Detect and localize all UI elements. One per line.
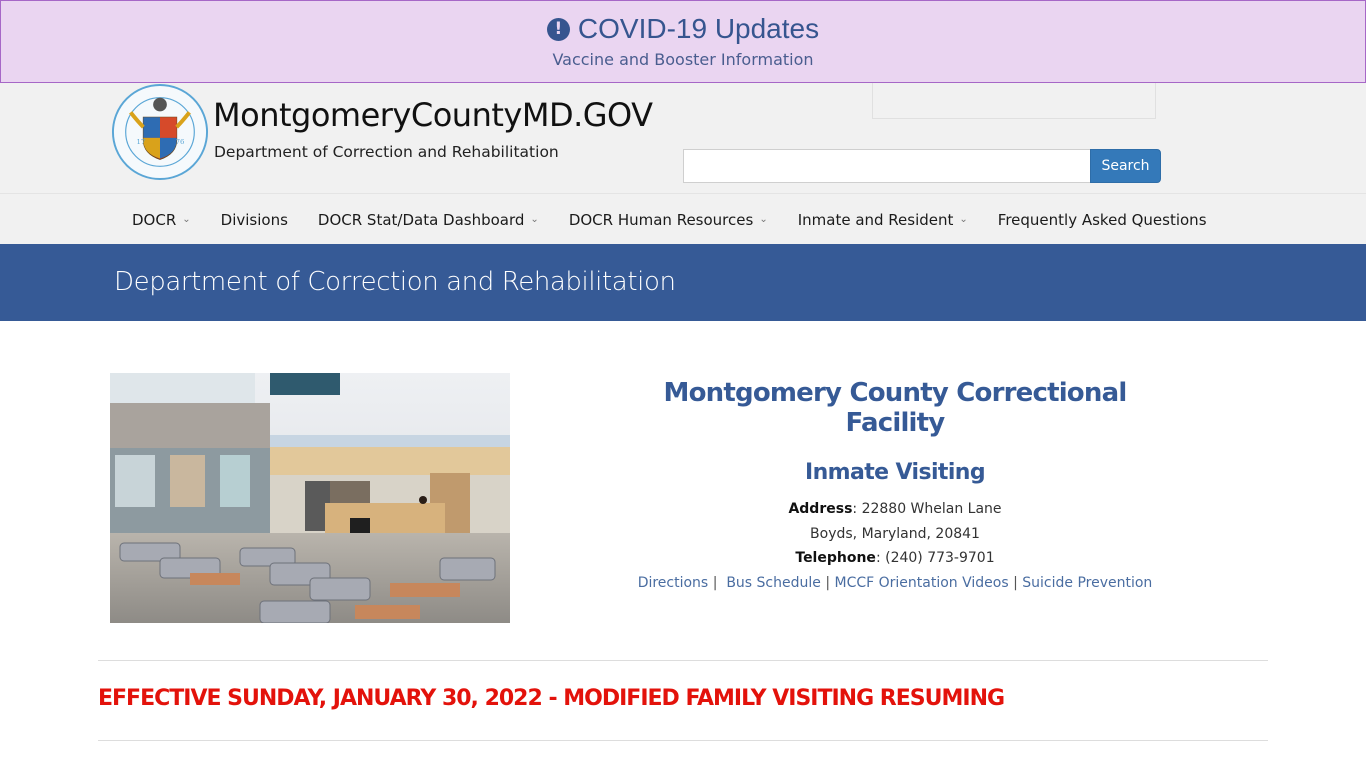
facility-title: Montgomery County Correctional Facility (663, 378, 1128, 438)
svg-text:17: 17 (136, 138, 145, 146)
link-separator: | (1013, 574, 1018, 591)
facility-links: Directions | Bus Schedule | MCCF Orienta… (620, 571, 1170, 596)
nav-item-label: Frequently Asked Questions (997, 210, 1207, 229)
nav-item-label: Divisions (220, 210, 288, 229)
search-input[interactable] (683, 149, 1091, 183)
nav-item-label: DOCR Human Resources (568, 210, 754, 229)
county-seal-logo[interactable]: 17 76 (111, 83, 209, 181)
link-separator: | (712, 574, 718, 591)
header-widget-box (872, 83, 1156, 119)
exclamation-circle-icon: ! (546, 17, 570, 41)
site-header: 17 76 MontgomeryCountyMD.GOV Department … (0, 83, 1366, 193)
nav-item-docr[interactable]: DOCR ⌄ (117, 211, 206, 229)
svg-text:76: 76 (176, 138, 185, 146)
telephone-line: Telephone: (240) 773-9701 (620, 546, 1170, 571)
chevron-down-icon: ⌄ (759, 214, 768, 225)
telephone-label: Telephone (795, 550, 876, 566)
facility-photo-image (110, 373, 510, 623)
covid-title[interactable]: COVID-19 Updates (578, 13, 819, 45)
orientation-videos-link[interactable]: MCCF Orientation Videos (835, 575, 1009, 591)
covid-title-link[interactable]: ! COVID-19 Updates (1, 13, 1365, 45)
address-value: : 22880 Whelan Lane (852, 501, 1002, 517)
divider (98, 660, 1268, 661)
main-nav: DOCR ⌄ Divisions DOCR Stat/Data Dashboar… (0, 193, 1366, 244)
section-title: Inmate Visiting (805, 460, 986, 485)
nav-item-label: Inmate and Resident (797, 210, 954, 229)
address-line-2: Boyds, Maryland, 20841 (810, 525, 980, 542)
nav-item-stat-dashboard[interactable]: DOCR Stat/Data Dashboard ⌄ (303, 211, 554, 229)
facility-info: Montgomery County Correctional Facility … (620, 378, 1170, 595)
facility-lobby-photo (110, 373, 510, 623)
page-title: Department of Correction and Rehabilitat… (114, 267, 676, 297)
chevron-down-icon: ⌄ (530, 214, 539, 225)
nav-item-divisions[interactable]: Divisions (206, 211, 303, 229)
nav-item-inmate-resident[interactable]: Inmate and Resident ⌄ (783, 211, 983, 229)
suicide-prevention-link[interactable]: Suicide Prevention (1022, 575, 1152, 591)
bus-schedule-link[interactable]: Bus Schedule (726, 575, 821, 591)
address-line-1: Address: 22880 Whelan Lane (620, 497, 1170, 522)
nav-item-label: DOCR Stat/Data Dashboard (317, 210, 525, 229)
address-label: Address (788, 501, 853, 517)
directions-link[interactable]: Directions (638, 575, 709, 591)
chevron-down-icon: ⌄ (959, 214, 968, 225)
page-title-band: Department of Correction and Rehabilitat… (0, 244, 1366, 321)
nav-item-label: DOCR (132, 210, 177, 229)
department-name[interactable]: Department of Correction and Rehabilitat… (214, 143, 559, 161)
chevron-down-icon: ⌄ (182, 214, 191, 225)
visiting-notice: EFFECTIVE SUNDAY, JANUARY 30, 2022 - MOD… (98, 686, 1005, 711)
covid-subtitle[interactable]: Vaccine and Booster Information (1, 50, 1365, 69)
site-title[interactable]: MontgomeryCountyMD.GOV (213, 96, 653, 134)
telephone-value: : (240) 773-9701 (875, 550, 995, 566)
search-button[interactable]: Search (1090, 149, 1161, 183)
nav-item-faq[interactable]: Frequently Asked Questions (983, 211, 1222, 229)
divider (98, 740, 1268, 741)
nav-item-human-resources[interactable]: DOCR Human Resources ⌄ (554, 211, 783, 229)
covid-banner[interactable]: ! COVID-19 Updates Vaccine and Booster I… (0, 0, 1366, 83)
link-separator: | (825, 574, 831, 591)
